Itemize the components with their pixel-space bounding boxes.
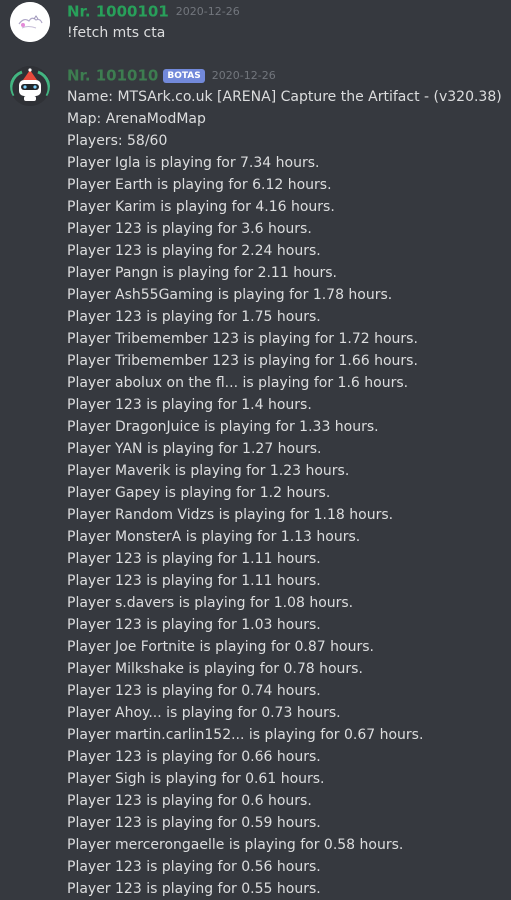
username[interactable]: Nr. 101010 [67, 67, 158, 85]
message-line: Player abolux on the fl... is playing fo… [67, 375, 409, 391]
robot-avatar-icon [10, 66, 50, 106]
message-line: Player MonsterA is playing for 1.13 hour… [67, 529, 361, 545]
message-line: Player Karim is playing for 4.16 hours. [67, 199, 335, 215]
message-line: Player Gapey is playing for 1.2 hours. [67, 485, 331, 501]
message-line: Player 123 is playing for 1.03 hours. [67, 617, 321, 633]
message-line: Player 123 is playing for 0.55 hours. [67, 881, 321, 897]
bot-tag: BOTAS [163, 68, 205, 83]
message-header: Nr. 1000101 2020-12-26 [67, 1, 240, 21]
user-avatar[interactable] [10, 2, 50, 42]
timestamp: 2020-12-26 [175, 4, 240, 18]
message-line: Name: MTSArk.co.uk [ARENA] Capture the A… [67, 89, 502, 105]
message-line: Player 123 is playing for 2.24 hours. [67, 243, 321, 259]
message-line: Player DragonJuice is playing for 1.33 h… [67, 419, 379, 435]
message-user: Nr. 1000101 2020-12-26 !fetch mts cta [0, 0, 511, 50]
message-line: Player Maverik is playing for 1.23 hours… [67, 463, 350, 479]
message-line: Player 123 is playing for 1.4 hours. [67, 397, 312, 413]
message-line: Player Sigh is playing for 0.61 hours. [67, 771, 325, 787]
message-line: Player Ahoy... is playing for 0.73 hours… [67, 705, 341, 721]
message-line: Player 123 is playing for 3.6 hours. [67, 221, 312, 237]
message-line: Player Igla is playing for 7.34 hours. [67, 155, 320, 171]
timestamp: 2020-12-26 [211, 68, 276, 82]
message-line: Map: ArenaModMap [67, 111, 206, 127]
message-line: Player Joe Fortnite is playing for 0.87 … [67, 639, 374, 655]
message-line: Player 123 is playing for 1.75 hours. [67, 309, 321, 325]
bot-avatar[interactable] [10, 66, 50, 106]
message-content: Name: MTSArk.co.uk [ARENA] Capture the A… [67, 86, 502, 900]
message-line: Player 123 is playing for 1.11 hours. [67, 551, 321, 567]
message-header: Nr. 101010 BOTAS 2020-12-26 [67, 65, 276, 85]
message-line: Player Milkshake is playing for 0.78 hou… [67, 661, 363, 677]
message-content: !fetch mts cta [67, 22, 165, 44]
message-line: Player mercerongaelle is playing for 0.5… [67, 837, 404, 853]
message-line: Player Tribemember 123 is playing for 1.… [67, 353, 418, 369]
message-line: Player Random Vidzs is playing for 1.18 … [67, 507, 394, 523]
message-line: Player 123 is playing for 0.6 hours. [67, 793, 312, 809]
message-line: Players: 58/60 [67, 133, 168, 149]
message-text: !fetch mts cta [67, 25, 166, 41]
message-line: Player Earth is playing for 6.12 hours. [67, 177, 332, 193]
message-line: Player 123 is playing for 0.66 hours. [67, 749, 321, 765]
username[interactable]: Nr. 1000101 [67, 3, 169, 21]
message-line: Player 123 is playing for 0.59 hours. [67, 815, 321, 831]
message-line: Player martin.carlin152... is playing fo… [67, 727, 424, 743]
message-line: Player Pangn is playing for 2.11 hours. [67, 265, 337, 281]
message-line: Player 123 is playing for 1.11 hours. [67, 573, 321, 589]
message-line: Player s.davers is playing for 1.08 hour… [67, 595, 354, 611]
message-line: Player 123 is playing for 0.56 hours. [67, 859, 321, 875]
message-line: Player Tribemember 123 is playing for 1.… [67, 331, 418, 347]
message-line: Player 123 is playing for 0.74 hours. [67, 683, 321, 699]
message-line: Player Ash55Gaming is playing for 1.78 h… [67, 287, 393, 303]
sketch-avatar-icon [10, 2, 50, 42]
message-line: Player YAN is playing for 1.27 hours. [67, 441, 322, 457]
